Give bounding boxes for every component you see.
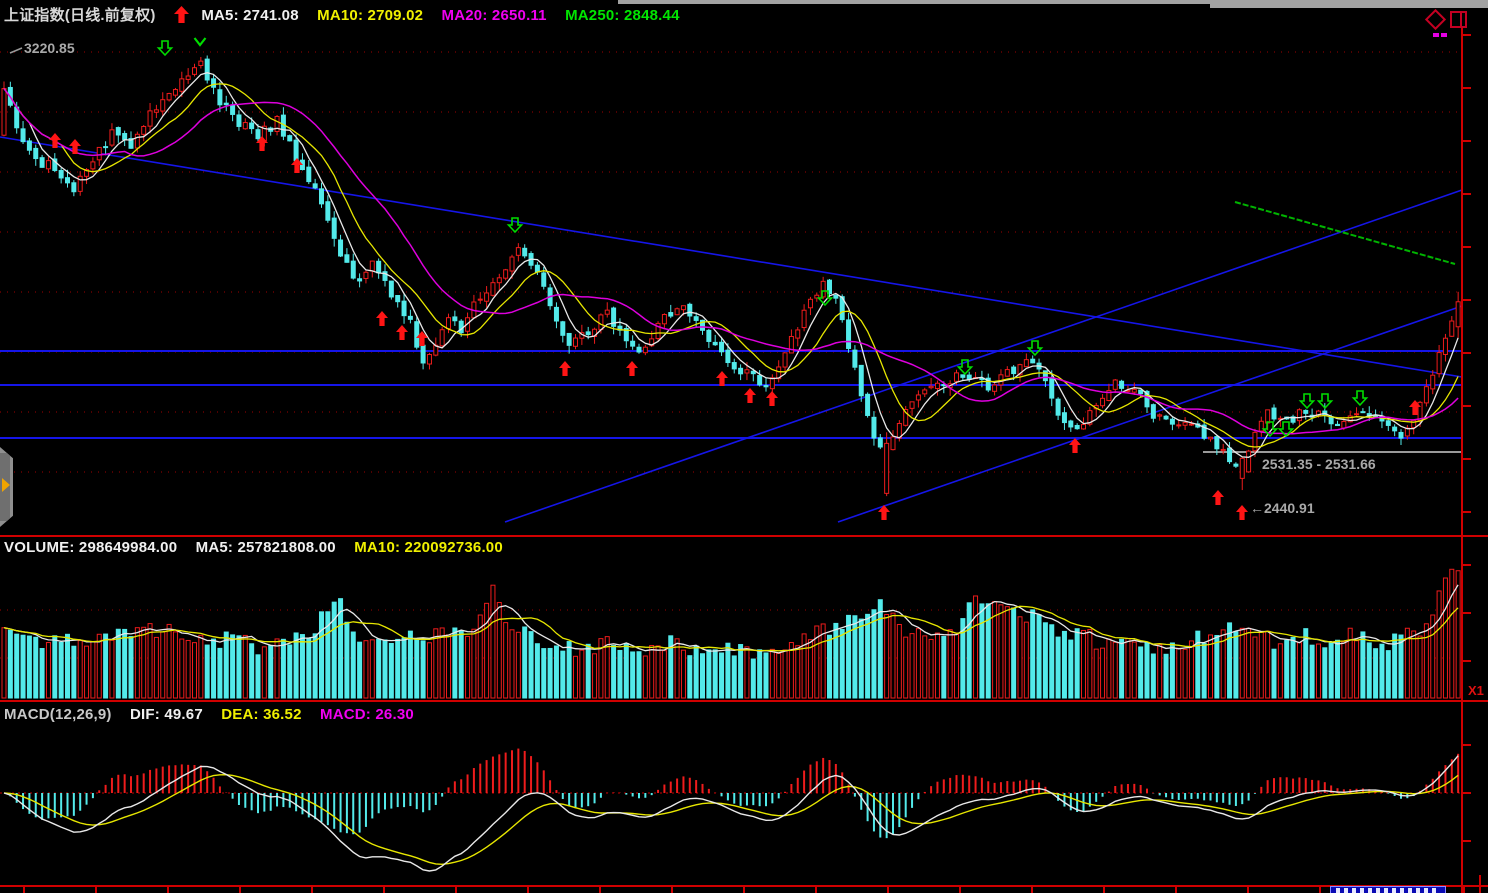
split-window-divider <box>1460 13 1462 26</box>
dea-value: DEA: 36.52 <box>221 706 301 723</box>
macd-lines <box>4 756 1458 871</box>
macd-params: MACD(12,26,9) <box>4 706 112 723</box>
candles <box>2 55 1460 496</box>
volume-scale-x1-label: X1 <box>1468 683 1484 698</box>
volume-bars <box>2 569 1460 698</box>
marked-low-label: ←2440.91 <box>1250 500 1315 516</box>
stock-chart-app-window: 上证指数(日线.前复权) MA5: 2741.08 MA10: 2709.02 … <box>0 0 1488 893</box>
ma20-legend: MA20: 2650.11 <box>442 7 547 24</box>
clipped-date-text <box>1336 888 1440 893</box>
chart-surface[interactable] <box>0 0 1488 893</box>
macd-header: MACD(12,26,9) DIF: 49.67 DEA: 36.52 MACD… <box>4 706 428 723</box>
chart-header: 上证指数(日线.前复权) MA5: 2741.08 MA10: 2709.02 … <box>4 4 694 25</box>
macd-histogram <box>10 749 1458 839</box>
symbol-title: 上证指数(日线.前复权) <box>4 7 156 24</box>
sidebar-expand-tab[interactable] <box>0 447 13 527</box>
expand-arrow-icon <box>2 478 10 492</box>
dif-value: DIF: 49.67 <box>130 706 203 723</box>
volume-value: VOLUME: 298649984.00 <box>4 539 177 556</box>
trend-up-arrow-icon <box>174 6 189 23</box>
magenta-dash-icon <box>1441 33 1447 37</box>
volume-ma10-value: MA10: 220092736.00 <box>354 539 503 556</box>
ma10-legend: MA10: 2709.02 <box>317 7 423 24</box>
gap-range-label: 2531.35 - 2531.66 <box>1262 456 1376 472</box>
cursor-date-box <box>1330 886 1446 893</box>
ma5-legend: MA5: 2741.08 <box>201 7 298 24</box>
split-window-icon[interactable] <box>1450 11 1467 28</box>
period-high-label: 3220.85 <box>24 40 75 56</box>
magenta-dash-icon <box>1433 33 1439 37</box>
moving-average-lines <box>4 73 1458 458</box>
volume-ma5-value: MA5: 257821808.00 <box>196 539 336 556</box>
volume-header: VOLUME: 298649984.00 MA5: 257821808.00 M… <box>4 539 517 556</box>
macd-value: MACD: 26.30 <box>320 706 414 723</box>
ma250-legend: MA250: 2848.44 <box>565 7 680 24</box>
trend-lines <box>0 48 1462 522</box>
